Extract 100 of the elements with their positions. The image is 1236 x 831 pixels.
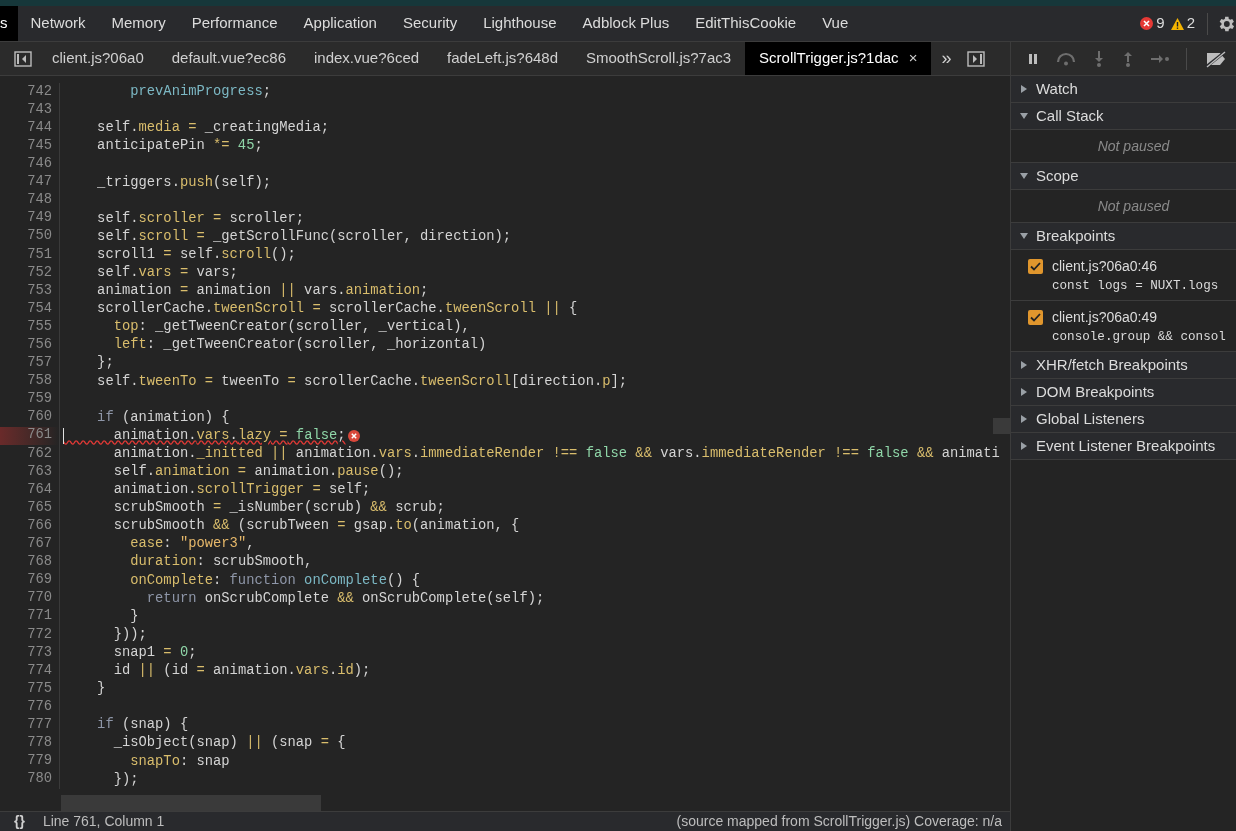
file-tab[interactable]: SmoothScroll.js?7ac3 <box>572 42 746 75</box>
line-number: 776 <box>27 697 52 716</box>
section-header[interactable]: Scope <box>1011 163 1236 190</box>
line-number: 775 <box>27 679 52 698</box>
panel-tab[interactable]: Vue <box>809 6 862 41</box>
file-tab[interactable]: ScrollTrigger.js?1dac × <box>745 42 932 75</box>
code-line: duration: scrubSmooth, <box>129 553 313 572</box>
line-number: 746 <box>27 155 52 174</box>
panel-tab[interactable]: Network <box>17 6 99 41</box>
code-line: animation._initted || animation.vars.immediateRender !== false && vars.immediateRender !== false && animati <box>112 444 1000 463</box>
line-number: 768 <box>27 553 52 572</box>
breakpoint-code: console.group && consol <box>1052 328 1227 346</box>
deactivate-breakpoints-icon[interactable] <box>1204 49 1228 68</box>
line-number: 770 <box>27 589 52 608</box>
panel-tab[interactable]: Adblock Plus <box>569 6 683 41</box>
line-number: 761 <box>27 426 52 445</box>
check-icon <box>1030 312 1041 322</box>
checkbox[interactable] <box>1028 309 1043 325</box>
line-number: 763 <box>27 462 52 481</box>
panel-tab[interactable]: EditThisCookie <box>682 6 810 41</box>
code-line: snap1 = 0; <box>112 643 197 662</box>
panel-tab[interactable]: Application <box>290 6 390 41</box>
line-number: 774 <box>27 661 52 680</box>
line-number: 760 <box>27 408 52 427</box>
code-line: _triggers.push(self); <box>96 173 271 192</box>
file-tab[interactable]: index.vue?6ced <box>300 42 434 75</box>
code-line: }; <box>96 354 114 373</box>
step-icon[interactable] <box>1151 53 1169 64</box>
code-line: scroll1 = self.scroll(); <box>96 245 296 264</box>
section-header[interactable]: Breakpoints <box>1011 223 1236 250</box>
panel-tab[interactable]: s <box>0 6 18 41</box>
scrollbar-thumb[interactable] <box>993 418 1010 434</box>
code-line: } <box>96 680 106 699</box>
text-cursor <box>63 427 64 444</box>
step-over-icon[interactable] <box>1056 51 1076 66</box>
debugger-toggle-icon[interactable] <box>967 50 986 67</box>
cursor-position: Line 761, Column 1 <box>42 812 165 831</box>
scrollbar-thumb[interactable] <box>61 795 321 811</box>
section-header[interactable]: Event Listener Breakpoints <box>1011 432 1236 460</box>
breakpoint-location: client.js?06a0:49 <box>1052 307 1158 327</box>
code-line: self.vars = vars; <box>96 264 238 282</box>
close-tab-button[interactable]: × <box>908 47 918 70</box>
line-number: 766 <box>27 516 52 535</box>
code-line: self.tweenTo = tweenTo = scrollerCache.tweenScroll[direction.p]; <box>96 372 628 391</box>
sidebar-toggle-icon[interactable] <box>14 50 32 67</box>
code-line: if (snap) { <box>96 716 189 735</box>
code-line: ease: "power3", <box>129 535 255 554</box>
line-number: 755 <box>27 317 52 336</box>
step-out-icon[interactable] <box>1122 50 1134 67</box>
code-line: scrubSmooth && (scrubTween = gsap.to(animation, { <box>112 517 520 536</box>
error-icon <box>1140 17 1154 30</box>
line-number: 747 <box>27 173 52 192</box>
panel-tab[interactable]: Lighthouse <box>470 6 570 41</box>
section-header[interactable]: Global Listeners <box>1011 405 1236 433</box>
error-count: 9 <box>1156 13 1165 34</box>
pause-icon[interactable] <box>1027 52 1039 65</box>
code-line: self.scroller = scroller; <box>96 209 305 228</box>
code-line: snapTo: snap <box>129 752 230 771</box>
section-header[interactable]: DOM Breakpoints <box>1011 378 1236 406</box>
line-number: 767 <box>27 535 52 554</box>
code-line: })); <box>112 625 147 644</box>
warning-icon <box>1170 17 1184 30</box>
line-number: 742 <box>27 82 52 101</box>
code-line: scrollerCache.tweenScroll = scrollerCache.tweenScroll || { <box>96 300 578 319</box>
line-number: 772 <box>27 625 52 644</box>
code-line: animation.scrollTrigger = self; <box>112 481 371 500</box>
line-number: 754 <box>27 299 52 318</box>
checkbox[interactable] <box>1028 259 1043 274</box>
line-number: 759 <box>27 390 52 409</box>
line-number: 762 <box>27 444 52 463</box>
line-number: 756 <box>27 336 52 354</box>
line-number: 749 <box>27 209 52 228</box>
file-tab[interactable]: default.vue?ec86 <box>157 42 300 75</box>
file-tab[interactable]: fadeLeft.js?648d <box>433 42 573 75</box>
file-tab[interactable]: client.js?06a0 <box>38 42 158 75</box>
line-number: 773 <box>27 643 52 662</box>
panel-tab[interactable]: Memory <box>98 6 179 41</box>
section-header[interactable]: XHR/fetch Breakpoints <box>1011 351 1236 379</box>
line-number: 745 <box>27 137 52 155</box>
code-line: }); <box>112 770 139 789</box>
more-tabs-button[interactable]: » <box>931 42 962 75</box>
empty-message: Not paused <box>1096 136 1170 156</box>
code-line: return onScrubComplete && onScrubComplete(self); <box>145 589 545 608</box>
panel-tab[interactable]: Performance <box>178 6 291 41</box>
code-line: animation.vars.lazy = false; <box>112 426 346 445</box>
step-into-icon[interactable] <box>1093 50 1105 67</box>
section-header[interactable]: Call Stack <box>1011 103 1236 130</box>
line-number: 750 <box>27 227 52 246</box>
code-line: prevAnimProgress; <box>129 83 271 102</box>
pretty-print-button[interactable]: {} <box>14 811 25 831</box>
warning-count: 2 <box>1186 13 1195 34</box>
code-line: left: _getTweenCreator(scroller, _horizontal) <box>112 336 487 355</box>
panel-tab[interactable]: Security <box>389 6 471 41</box>
code-line: top: _getTweenCreator(scroller, _vertical), <box>112 318 470 337</box>
section-header[interactable]: Watch <box>1011 76 1236 103</box>
breakpoint-code: const logs = NUXT.logs <box>1052 278 1220 295</box>
breakpoint-location: client.js?06a0:46 <box>1052 257 1158 276</box>
code-line: scrubSmooth = _isNumber(scrub) && scrub; <box>112 499 445 518</box>
code-line: self.scroll = _getScrollFunc(scroller, direction); <box>96 227 512 246</box>
line-number: 757 <box>27 354 52 373</box>
